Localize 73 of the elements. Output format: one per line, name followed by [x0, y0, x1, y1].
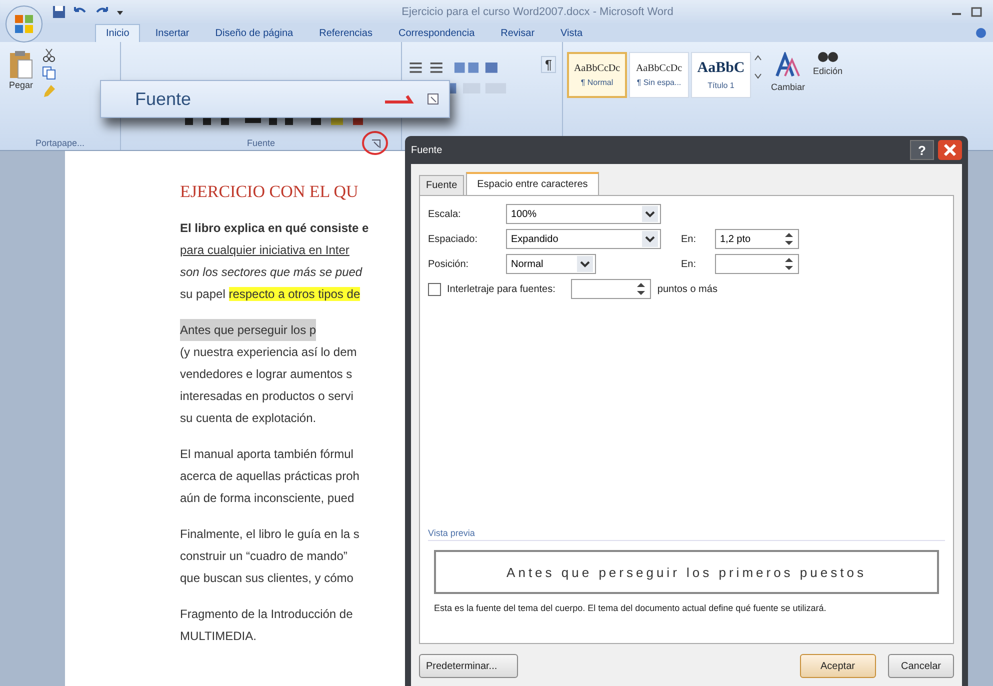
dialog-tab[interactable]: Espacio entre caracteres — [466, 172, 599, 195]
dropdown-field[interactable]: Normal — [506, 254, 596, 274]
ribbon-tab[interactable]: Inicio — [95, 24, 140, 42]
text-line: que buscan sus clientes, y cómo — [180, 570, 354, 587]
text-line: para cualquier iniciativa en Inter — [180, 242, 350, 259]
clipboard-icon — [8, 50, 34, 80]
style-option[interactable]: AaBbCcDc ¶ Normal — [567, 52, 627, 98]
spin-field[interactable] — [715, 254, 799, 274]
ribbon-tab[interactable]: Vista — [550, 24, 594, 42]
letters-icon — [775, 52, 801, 78]
section-label: Vista previa — [428, 528, 945, 541]
text-line: Finalmente, el libro le guía en la s — [180, 526, 360, 543]
text-line: MULTIMEDIA. — [180, 628, 256, 645]
group-label: Portapape... — [34, 137, 86, 150]
text-line: vendedores e lograr aumentos s — [180, 366, 352, 383]
dialog-launcher-icon — [427, 93, 439, 105]
close-icon[interactable] — [938, 140, 962, 160]
binoculars-icon — [818, 52, 838, 62]
text-line: El manual aporta también fórmul — [180, 446, 354, 463]
maximize-icon[interactable] — [971, 7, 983, 17]
group-label: Fuente — [246, 137, 276, 150]
editing-button[interactable]: Edición — [809, 42, 847, 102]
text-line: su papel respecto a otros tipos de — [180, 286, 360, 303]
chevron-down-icon — [642, 231, 658, 247]
text-line: Fragmento de la Introducción de — [180, 606, 353, 623]
preview-text: Antes que perseguir los primeros puestos — [506, 564, 866, 580]
change-styles-button[interactable]: Cambiar — [767, 42, 810, 102]
spin-field[interactable] — [571, 279, 652, 299]
popup-title: Fuente — [135, 88, 192, 110]
field-label: En: — [681, 234, 698, 244]
dialog-title: Fuente — [411, 144, 444, 156]
text-line: su cuenta de explotación. — [180, 410, 316, 427]
ribbon-tab[interactable]: Revisar — [490, 24, 546, 42]
text-line: interesadas en productos o servi — [180, 388, 354, 405]
dialog-button[interactable]: Predeterminar... — [419, 654, 518, 678]
text-line: construir un “cuadro de mando” — [180, 548, 348, 565]
checkbox[interactable] — [428, 282, 441, 296]
window-title: Ejercicio para el curso Word2007.docx - Microsoft Word — [400, 6, 674, 18]
preview-note: Esta es la fuente del tema del cuerpo. El tema del documento actual define qué fuente se utilizará. — [434, 603, 828, 613]
text-line: El libro explica en qué consiste e — [180, 220, 369, 237]
field-label: Escala: — [428, 208, 462, 220]
field-label: Posición: — [428, 258, 470, 270]
chevron-down-icon — [642, 206, 658, 222]
text-line: (y nuestra experiencia así lo dem — [180, 344, 357, 361]
highlight-circle — [361, 130, 389, 156]
dialog-tab[interactable]: Fuente — [419, 175, 464, 195]
save-icon[interactable] — [52, 5, 66, 19]
text-line: aún de forma inconsciente, pued — [180, 490, 354, 507]
dialog-button[interactable]: Aceptar — [800, 654, 876, 678]
ribbon-tab[interactable]: Insertar — [144, 24, 200, 42]
help-button[interactable]: ? — [910, 140, 934, 160]
text-line: acerca de aquellas prácticas proh — [180, 468, 360, 485]
ribbon-tab[interactable]: Diseño de página — [204, 24, 304, 42]
checkbox-label: Interletraje para fuentes: — [447, 284, 556, 294]
field-label: Espaciado: — [428, 234, 478, 244]
scissors-icon[interactable] — [42, 48, 56, 62]
text-line: son los sectores que más se pued — [180, 264, 362, 281]
ribbon-tab[interactable]: Referencias — [308, 24, 384, 42]
style-option[interactable]: AaBbCcDc ¶ Sin espa... — [629, 52, 689, 98]
field-label: En: — [681, 258, 698, 270]
style-option[interactable]: AaBbC Título 1 — [691, 52, 751, 98]
ribbon-tab[interactable]: Correspondencia — [387, 24, 486, 42]
dialog-button[interactable]: Cancelar — [888, 654, 954, 678]
dropdown-field[interactable]: Expandido — [506, 229, 661, 249]
show-marks-button[interactable]: ¶ — [541, 56, 556, 73]
text-line: EJERCICIO CON EL QU — [180, 181, 358, 203]
paste-button[interactable]: Pegar — [6, 48, 36, 106]
chevron-down-icon — [577, 256, 593, 272]
dropdown-field[interactable]: 100% — [506, 204, 661, 224]
dialog-launcher-icon[interactable] — [371, 139, 381, 149]
spin-field[interactable]: 1,2 pto — [715, 229, 799, 249]
copy-icon[interactable] — [42, 66, 56, 80]
field-label: puntos o más — [657, 284, 718, 294]
